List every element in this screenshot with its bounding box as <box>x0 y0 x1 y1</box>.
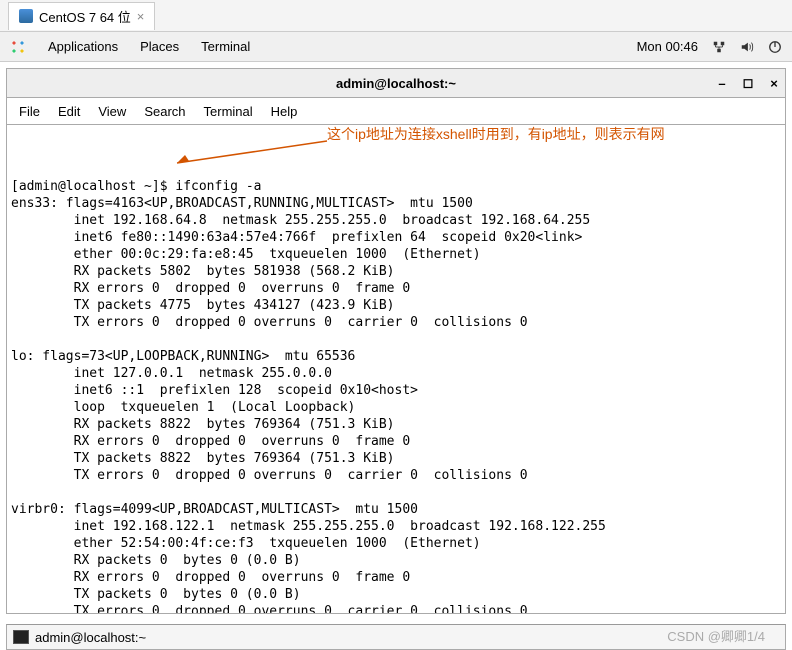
vm-icon <box>19 9 33 23</box>
menu-terminal[interactable]: Terminal <box>204 104 253 119</box>
taskbar: admin@localhost:~ CSDN @卿卿1/4 <box>6 624 786 650</box>
menu-view[interactable]: View <box>98 104 126 119</box>
terminal-output: ens33: flags=4163<UP,BROADCAST,RUNNING,M… <box>11 195 781 614</box>
menu-terminal[interactable]: Terminal <box>201 39 250 54</box>
window-controls: – ◻ × <box>715 76 781 90</box>
menu-places[interactable]: Places <box>140 39 179 54</box>
menu-applications[interactable]: Applications <box>48 39 118 54</box>
annotation-text: 这个ip地址为连接xshell时用到，有ip地址，则表示有网 <box>327 125 777 143</box>
maximize-button[interactable]: ◻ <box>741 76 755 90</box>
volume-icon[interactable] <box>740 40 754 54</box>
gnome-top-bar: Applications Places Terminal Mon 00:46 <box>0 32 792 62</box>
gnome-left: Applications Places Terminal <box>10 39 250 55</box>
terminal-titlebar[interactable]: admin@localhost:~ – ◻ × <box>6 68 786 98</box>
vm-tab-bar: CentOS 7 64 位 × <box>0 0 792 32</box>
menu-search[interactable]: Search <box>144 104 185 119</box>
close-icon[interactable]: × <box>137 9 145 24</box>
network-icon[interactable] <box>712 40 726 54</box>
menu-file[interactable]: File <box>19 104 40 119</box>
terminal-menubar: File Edit View Search Terminal Help <box>6 98 786 124</box>
vm-tab-title: CentOS 7 64 位 <box>39 7 131 26</box>
close-button[interactable]: × <box>767 76 781 90</box>
terminal-body[interactable]: 这个ip地址为连接xshell时用到，有ip地址，则表示有网 [admin@lo… <box>6 124 786 614</box>
vm-tab[interactable]: CentOS 7 64 位 × <box>8 2 155 30</box>
terminal-command: ifconfig -a <box>175 179 261 194</box>
menu-edit[interactable]: Edit <box>58 104 80 119</box>
annotation-arrow-icon <box>167 139 337 169</box>
clock[interactable]: Mon 00:46 <box>637 39 698 54</box>
activities-icon[interactable] <box>10 39 26 55</box>
menu-help[interactable]: Help <box>271 104 298 119</box>
watermark: CSDN @卿卿1/4 <box>667 626 765 645</box>
gnome-right: Mon 00:46 <box>637 39 782 54</box>
taskbar-title[interactable]: admin@localhost:~ <box>35 630 146 645</box>
minimize-button[interactable]: – <box>715 76 729 90</box>
power-icon[interactable] <box>768 40 782 54</box>
terminal-title: admin@localhost:~ <box>336 76 456 91</box>
terminal-prompt: [admin@localhost ~]$ <box>11 179 175 194</box>
terminal-icon[interactable] <box>13 630 29 644</box>
